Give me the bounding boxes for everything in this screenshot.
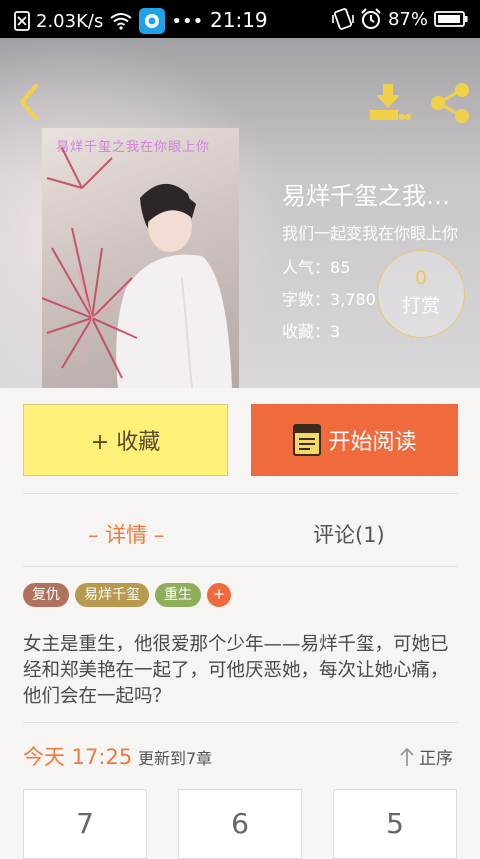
chapter-item[interactable]: 5 bbox=[333, 789, 457, 859]
stat-popularity: 人气：85 bbox=[282, 254, 350, 278]
clock: 21:19 bbox=[210, 8, 268, 32]
sort-label: 正序 bbox=[419, 749, 453, 769]
book-description: 女主是重生，他很爱那个少年——易烊千玺，可她已经和郑美艳在一起了，可他厌恶她，每… bbox=[23, 634, 449, 707]
reward-count: 0 bbox=[414, 267, 428, 289]
update-status: 更新到7章 bbox=[138, 749, 213, 768]
tag-list: 复仇 易烊千玺 重生 + bbox=[23, 583, 231, 607]
arrow-up-icon bbox=[400, 747, 414, 766]
start-reading-button[interactable]: 开始阅读 bbox=[251, 404, 458, 476]
chapter-item[interactable]: 6 bbox=[178, 789, 302, 859]
alarm-icon bbox=[361, 8, 381, 29]
stat-label: 收藏： bbox=[282, 322, 331, 341]
chapter-item[interactable]: 7 bbox=[23, 789, 147, 859]
share-button[interactable] bbox=[428, 82, 472, 124]
divider bbox=[23, 493, 458, 494]
battery-icon bbox=[434, 11, 468, 27]
download-button[interactable] bbox=[369, 84, 411, 122]
wifi-icon bbox=[110, 13, 132, 30]
app-notification-icon bbox=[139, 8, 166, 34]
stat-label: 人气： bbox=[282, 258, 331, 277]
tag-revenge[interactable]: 复仇 bbox=[23, 583, 69, 607]
stat-value: 3,780 bbox=[330, 290, 376, 309]
back-button[interactable] bbox=[14, 82, 44, 122]
status-bar: 2.03K/s ••• 21:19 87% bbox=[0, 0, 480, 38]
reward-label: 打赏 bbox=[401, 295, 440, 317]
stat-value: 85 bbox=[330, 258, 351, 277]
update-time: 今天 17:25 bbox=[23, 745, 133, 769]
book-icon bbox=[293, 424, 322, 456]
book-cover: 易烊千玺之我在你眼上你 bbox=[42, 128, 239, 388]
tag-rebirth[interactable]: 重生 bbox=[155, 583, 201, 607]
divider bbox=[23, 566, 458, 567]
sim-off-icon bbox=[14, 11, 30, 31]
stat-label: 字数： bbox=[282, 290, 331, 309]
add-tag-button[interactable]: + bbox=[207, 583, 231, 607]
book-title: 易烊千玺之我在你眼上你 bbox=[282, 182, 472, 210]
start-reading-label: 开始阅读 bbox=[328, 430, 417, 455]
reward-button[interactable]: 0 打赏 bbox=[377, 250, 465, 338]
vibrate-icon bbox=[332, 8, 354, 30]
tag-yiyang-qianxi[interactable]: 易烊千玺 bbox=[75, 583, 149, 607]
favorite-button[interactable]: + 收藏 bbox=[23, 404, 228, 476]
cover-illustration bbox=[42, 147, 232, 388]
stat-word-count: 字数：3,780 bbox=[282, 286, 376, 310]
favorite-label: + 收藏 bbox=[90, 430, 161, 455]
tab-detail[interactable]: – 详情 – bbox=[88, 519, 164, 549]
tab-comments[interactable]: 评论(1) bbox=[313, 519, 385, 549]
stat-favorites: 收藏：3 bbox=[282, 318, 340, 342]
status-right: 87% bbox=[332, 8, 468, 30]
status-left: 2.03K/s ••• bbox=[14, 8, 203, 34]
book-subtitle: 我们一起变我在你眼上你 bbox=[282, 224, 459, 243]
more-notifications-icon: ••• bbox=[171, 10, 204, 32]
divider bbox=[23, 722, 458, 723]
battery-percent: 87% bbox=[387, 8, 428, 30]
network-speed: 2.03K/s bbox=[36, 10, 104, 32]
stat-value: 3 bbox=[330, 322, 341, 341]
sort-toggle[interactable]: 正序 bbox=[399, 744, 453, 769]
